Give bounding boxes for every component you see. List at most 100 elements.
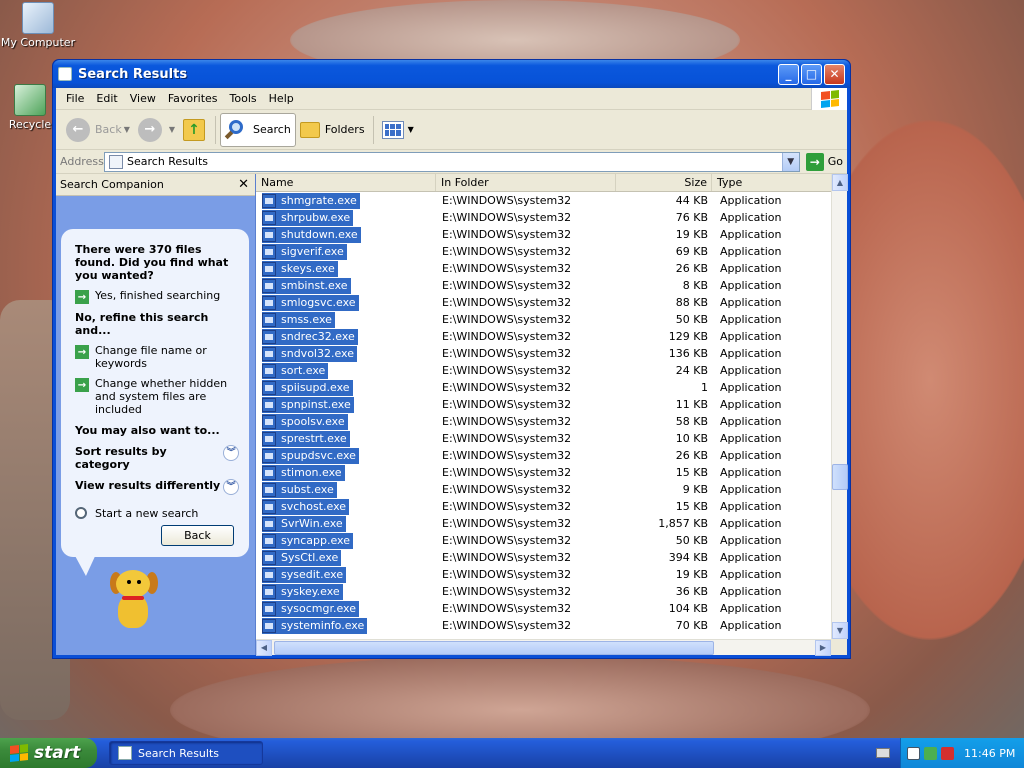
selected-name[interactable]: sndvol32.exe	[262, 345, 357, 362]
views-button[interactable]: ▼	[378, 113, 418, 147]
start-button[interactable]: start	[0, 738, 97, 768]
change-hidden-files-link[interactable]: → Change whether hidden and system files…	[75, 377, 239, 416]
yes-finished-link[interactable]: → Yes, finished searching	[75, 289, 239, 304]
chevron-down-icon[interactable]: ▼	[169, 125, 175, 134]
file-name-cell[interactable]: shmgrate.exe	[256, 192, 436, 209]
table-row[interactable]: spupdsvc.exe E:\WINDOWS\system32 26 KB Appl…	[256, 447, 831, 464]
selected-name[interactable]: subst.exe	[262, 481, 337, 498]
address-input[interactable]: Search Results ▼	[104, 151, 800, 172]
search-button[interactable]: Search	[220, 112, 296, 147]
file-name-cell[interactable]: sprestrt.exe	[256, 430, 436, 447]
view-results-link[interactable]: View results differently ︾	[75, 479, 239, 495]
column-header-name[interactable]: Name	[256, 174, 436, 191]
selected-name[interactable]: sigverif.exe	[262, 243, 347, 260]
table-row[interactable]: sprestrt.exe E:\WINDOWS\system32 10 KB Appl…	[256, 430, 831, 447]
table-row[interactable]: smbinst.exe E:\WINDOWS\system32 8 KB Applic…	[256, 277, 831, 294]
selected-name[interactable]: SvrWin.exe	[262, 515, 346, 532]
go-button[interactable]: → Go	[805, 152, 843, 171]
table-row[interactable]: sndvol32.exe E:\WINDOWS\system32 136 KB App…	[256, 345, 831, 362]
file-name-cell[interactable]: sigverif.exe	[256, 243, 436, 260]
selected-name[interactable]: stimon.exe	[262, 464, 345, 481]
new-search-link[interactable]: Start a new search	[75, 507, 239, 520]
file-name-cell[interactable]: sndvol32.exe	[256, 345, 436, 362]
maximize-button[interactable]: □	[801, 63, 822, 85]
table-row[interactable]: sysedit.exe E:\WINDOWS\system32 19 KB Appli…	[256, 566, 831, 583]
selected-name[interactable]: spiisupd.exe	[262, 379, 353, 396]
keyboard-icon[interactable]	[876, 748, 890, 758]
file-name-cell[interactable]: sort.exe	[256, 362, 436, 379]
menu-help[interactable]: Help	[263, 92, 300, 105]
selected-name[interactable]: sysedit.exe	[262, 566, 347, 583]
selected-name[interactable]: smss.exe	[262, 311, 335, 328]
file-name-cell[interactable]: spupdsvc.exe	[256, 447, 436, 464]
file-name-cell[interactable]: SysCtl.exe	[256, 549, 436, 566]
address-dropdown-button[interactable]: ▼	[781, 152, 799, 171]
companion-back-button[interactable]: Back	[161, 525, 234, 546]
security-alert-icon[interactable]	[941, 746, 954, 760]
folders-button[interactable]: Folders	[296, 113, 369, 147]
menu-favorites[interactable]: Favorites	[162, 92, 224, 105]
file-name-cell[interactable]: syskey.exe	[256, 583, 436, 600]
file-name-cell[interactable]: spoolsv.exe	[256, 413, 436, 430]
table-row[interactable]: sysocmgr.exe E:\WINDOWS\system32 104 KB App…	[256, 600, 831, 617]
file-name-cell[interactable]: syncapp.exe	[256, 532, 436, 549]
taskbar-search-results[interactable]: Search Results	[109, 741, 263, 765]
close-icon[interactable]: ✕	[238, 177, 249, 192]
table-row[interactable]: shrpubw.exe E:\WINDOWS\system32 76 KB Appli…	[256, 209, 831, 226]
table-row[interactable]: sort.exe E:\WINDOWS\system32 24 KB Applicat…	[256, 362, 831, 379]
column-header-size[interactable]: Size	[616, 174, 712, 191]
scroll-down-button[interactable]: ▼	[832, 622, 848, 639]
file-name-cell[interactable]: sysedit.exe	[256, 566, 436, 583]
file-name-cell[interactable]: stimon.exe	[256, 464, 436, 481]
safely-remove-icon[interactable]	[924, 746, 937, 760]
file-name-cell[interactable]: svchost.exe	[256, 498, 436, 515]
close-button[interactable]: ✕	[824, 63, 845, 85]
table-row[interactable]: sndrec32.exe E:\WINDOWS\system32 129 KB App…	[256, 328, 831, 345]
selected-name[interactable]: smlogsvc.exe	[262, 294, 359, 311]
vertical-scrollbar[interactable]: ▲ ▼	[831, 174, 848, 639]
selected-name[interactable]: sysocmgr.exe	[262, 600, 359, 617]
menu-view[interactable]: View	[124, 92, 162, 105]
selected-name[interactable]: svchost.exe	[262, 498, 350, 515]
table-row[interactable]: smss.exe E:\WINDOWS\system32 50 KB Applicat…	[256, 311, 831, 328]
horizontal-scrollbar[interactable]: ◀ ▶	[256, 639, 831, 656]
table-row[interactable]: shmgrate.exe E:\WINDOWS\system32 44 KB Appl…	[256, 192, 831, 209]
selected-name[interactable]: syncapp.exe	[262, 532, 353, 549]
selected-name[interactable]: skeys.exe	[262, 260, 338, 277]
file-name-cell[interactable]: SvrWin.exe	[256, 515, 436, 532]
column-header-folder[interactable]: In Folder	[436, 174, 616, 191]
minimize-button[interactable]: _	[778, 63, 799, 85]
selected-name[interactable]: smbinst.exe	[262, 277, 351, 294]
table-row[interactable]: svchost.exe E:\WINDOWS\system32 15 KB Appli…	[256, 498, 831, 515]
selected-name[interactable]: sndrec32.exe	[262, 328, 358, 345]
scroll-left-button[interactable]: ◀	[256, 639, 272, 656]
table-row[interactable]: SysCtl.exe E:\WINDOWS\system32 394 KB Appli…	[256, 549, 831, 566]
table-row[interactable]: systeminfo.exe E:\WINDOWS\system32 70 KB Ap…	[256, 617, 831, 634]
forward-button[interactable]: → ▼	[134, 113, 179, 147]
selected-name[interactable]: spoolsv.exe	[262, 413, 348, 430]
selected-name[interactable]: syskey.exe	[262, 583, 343, 600]
selected-name[interactable]: spnpinst.exe	[262, 396, 354, 413]
scroll-up-button[interactable]: ▲	[832, 174, 848, 191]
horizontal-scroll-thumb[interactable]	[274, 641, 714, 655]
file-name-cell[interactable]: smss.exe	[256, 311, 436, 328]
column-header-type[interactable]: Type	[712, 174, 847, 191]
file-name-cell[interactable]: subst.exe	[256, 481, 436, 498]
table-row[interactable]: spoolsv.exe E:\WINDOWS\system32 58 KB Appli…	[256, 413, 831, 430]
menu-tools[interactable]: Tools	[224, 92, 263, 105]
desktop-icon-my-computer[interactable]: My Computer	[0, 2, 78, 49]
title-bar[interactable]: Search Results _ □ ✕	[53, 60, 850, 88]
table-row[interactable]: spiisupd.exe E:\WINDOWS\system32 1 Applicat…	[256, 379, 831, 396]
selected-name[interactable]: sprestrt.exe	[262, 430, 350, 447]
selected-name[interactable]: systeminfo.exe	[262, 617, 368, 634]
scroll-right-button[interactable]: ▶	[815, 639, 831, 656]
file-name-cell[interactable]: sndrec32.exe	[256, 328, 436, 345]
selected-name[interactable]: SysCtl.exe	[262, 549, 342, 566]
table-row[interactable]: subst.exe E:\WINDOWS\system32 9 KB Applicat…	[256, 481, 831, 498]
file-name-cell[interactable]: shutdown.exe	[256, 226, 436, 243]
file-name-cell[interactable]: systeminfo.exe	[256, 617, 436, 634]
vertical-scroll-thumb[interactable]	[832, 464, 848, 490]
table-row[interactable]: shutdown.exe E:\WINDOWS\system32 19 KB Appl…	[256, 226, 831, 243]
table-row[interactable]: skeys.exe E:\WINDOWS\system32 26 KB Applica…	[256, 260, 831, 277]
selected-name[interactable]: sort.exe	[262, 362, 329, 379]
